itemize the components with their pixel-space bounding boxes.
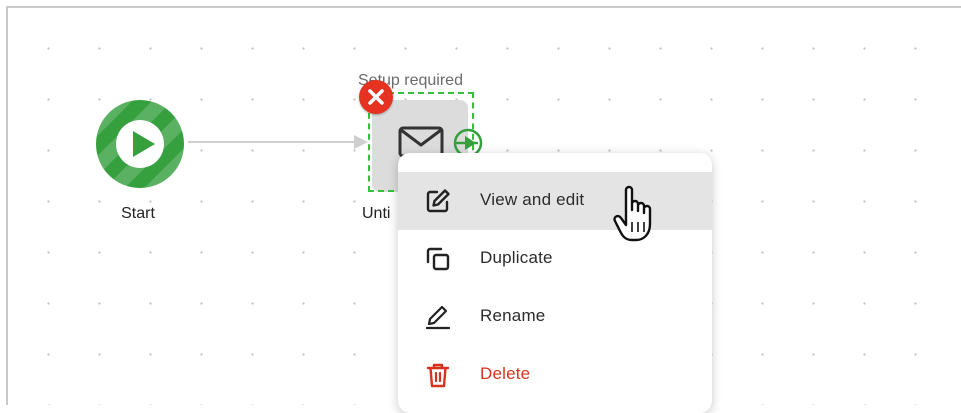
close-icon <box>368 89 384 105</box>
menu-item-duplicate[interactable]: Duplicate <box>398 230 712 288</box>
play-icon <box>116 120 164 168</box>
connector-arrow <box>188 135 368 149</box>
menu-item-label: Rename <box>480 306 546 325</box>
start-node-label: Start <box>121 205 155 222</box>
trash-icon <box>426 363 450 388</box>
email-node-label: Unti <box>362 205 391 222</box>
duplicate-icon <box>426 247 450 271</box>
error-badge[interactable] <box>359 80 393 114</box>
hand-cursor-icon <box>613 185 652 242</box>
menu-item-rename[interactable]: Rename <box>398 288 712 346</box>
menu-item-delete[interactable]: Delete <box>398 346 712 404</box>
context-menu: View and edit Duplicate Rename Delete <box>398 153 712 413</box>
menu-item-label: View and edit <box>480 190 585 209</box>
menu-item-view-and-edit[interactable]: View and edit <box>398 172 712 230</box>
menu-item-label: Delete <box>480 364 531 383</box>
start-node[interactable] <box>96 100 184 188</box>
edit-icon <box>426 189 450 213</box>
rename-icon <box>425 305 451 330</box>
menu-item-label: Duplicate <box>480 248 553 267</box>
